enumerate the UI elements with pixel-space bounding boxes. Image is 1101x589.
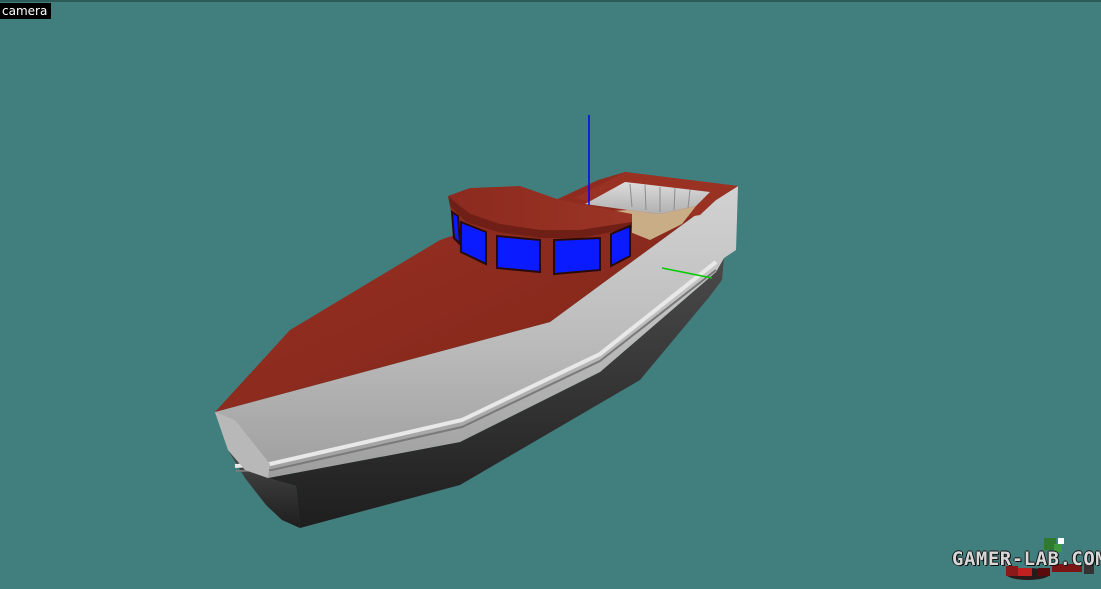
watermark-text: GAMER-LAB.COM (952, 548, 1101, 570)
3d-viewport[interactable]: camera GAMER-LAB.COM (0, 0, 1101, 589)
boat-model-scene[interactable] (0, 0, 1101, 589)
cabin-window-3 (496, 234, 541, 274)
viewport-camera-label[interactable]: camera (0, 3, 52, 19)
watermark: GAMER-LAB.COM (948, 536, 1101, 586)
cabin-window-4 (553, 236, 601, 276)
